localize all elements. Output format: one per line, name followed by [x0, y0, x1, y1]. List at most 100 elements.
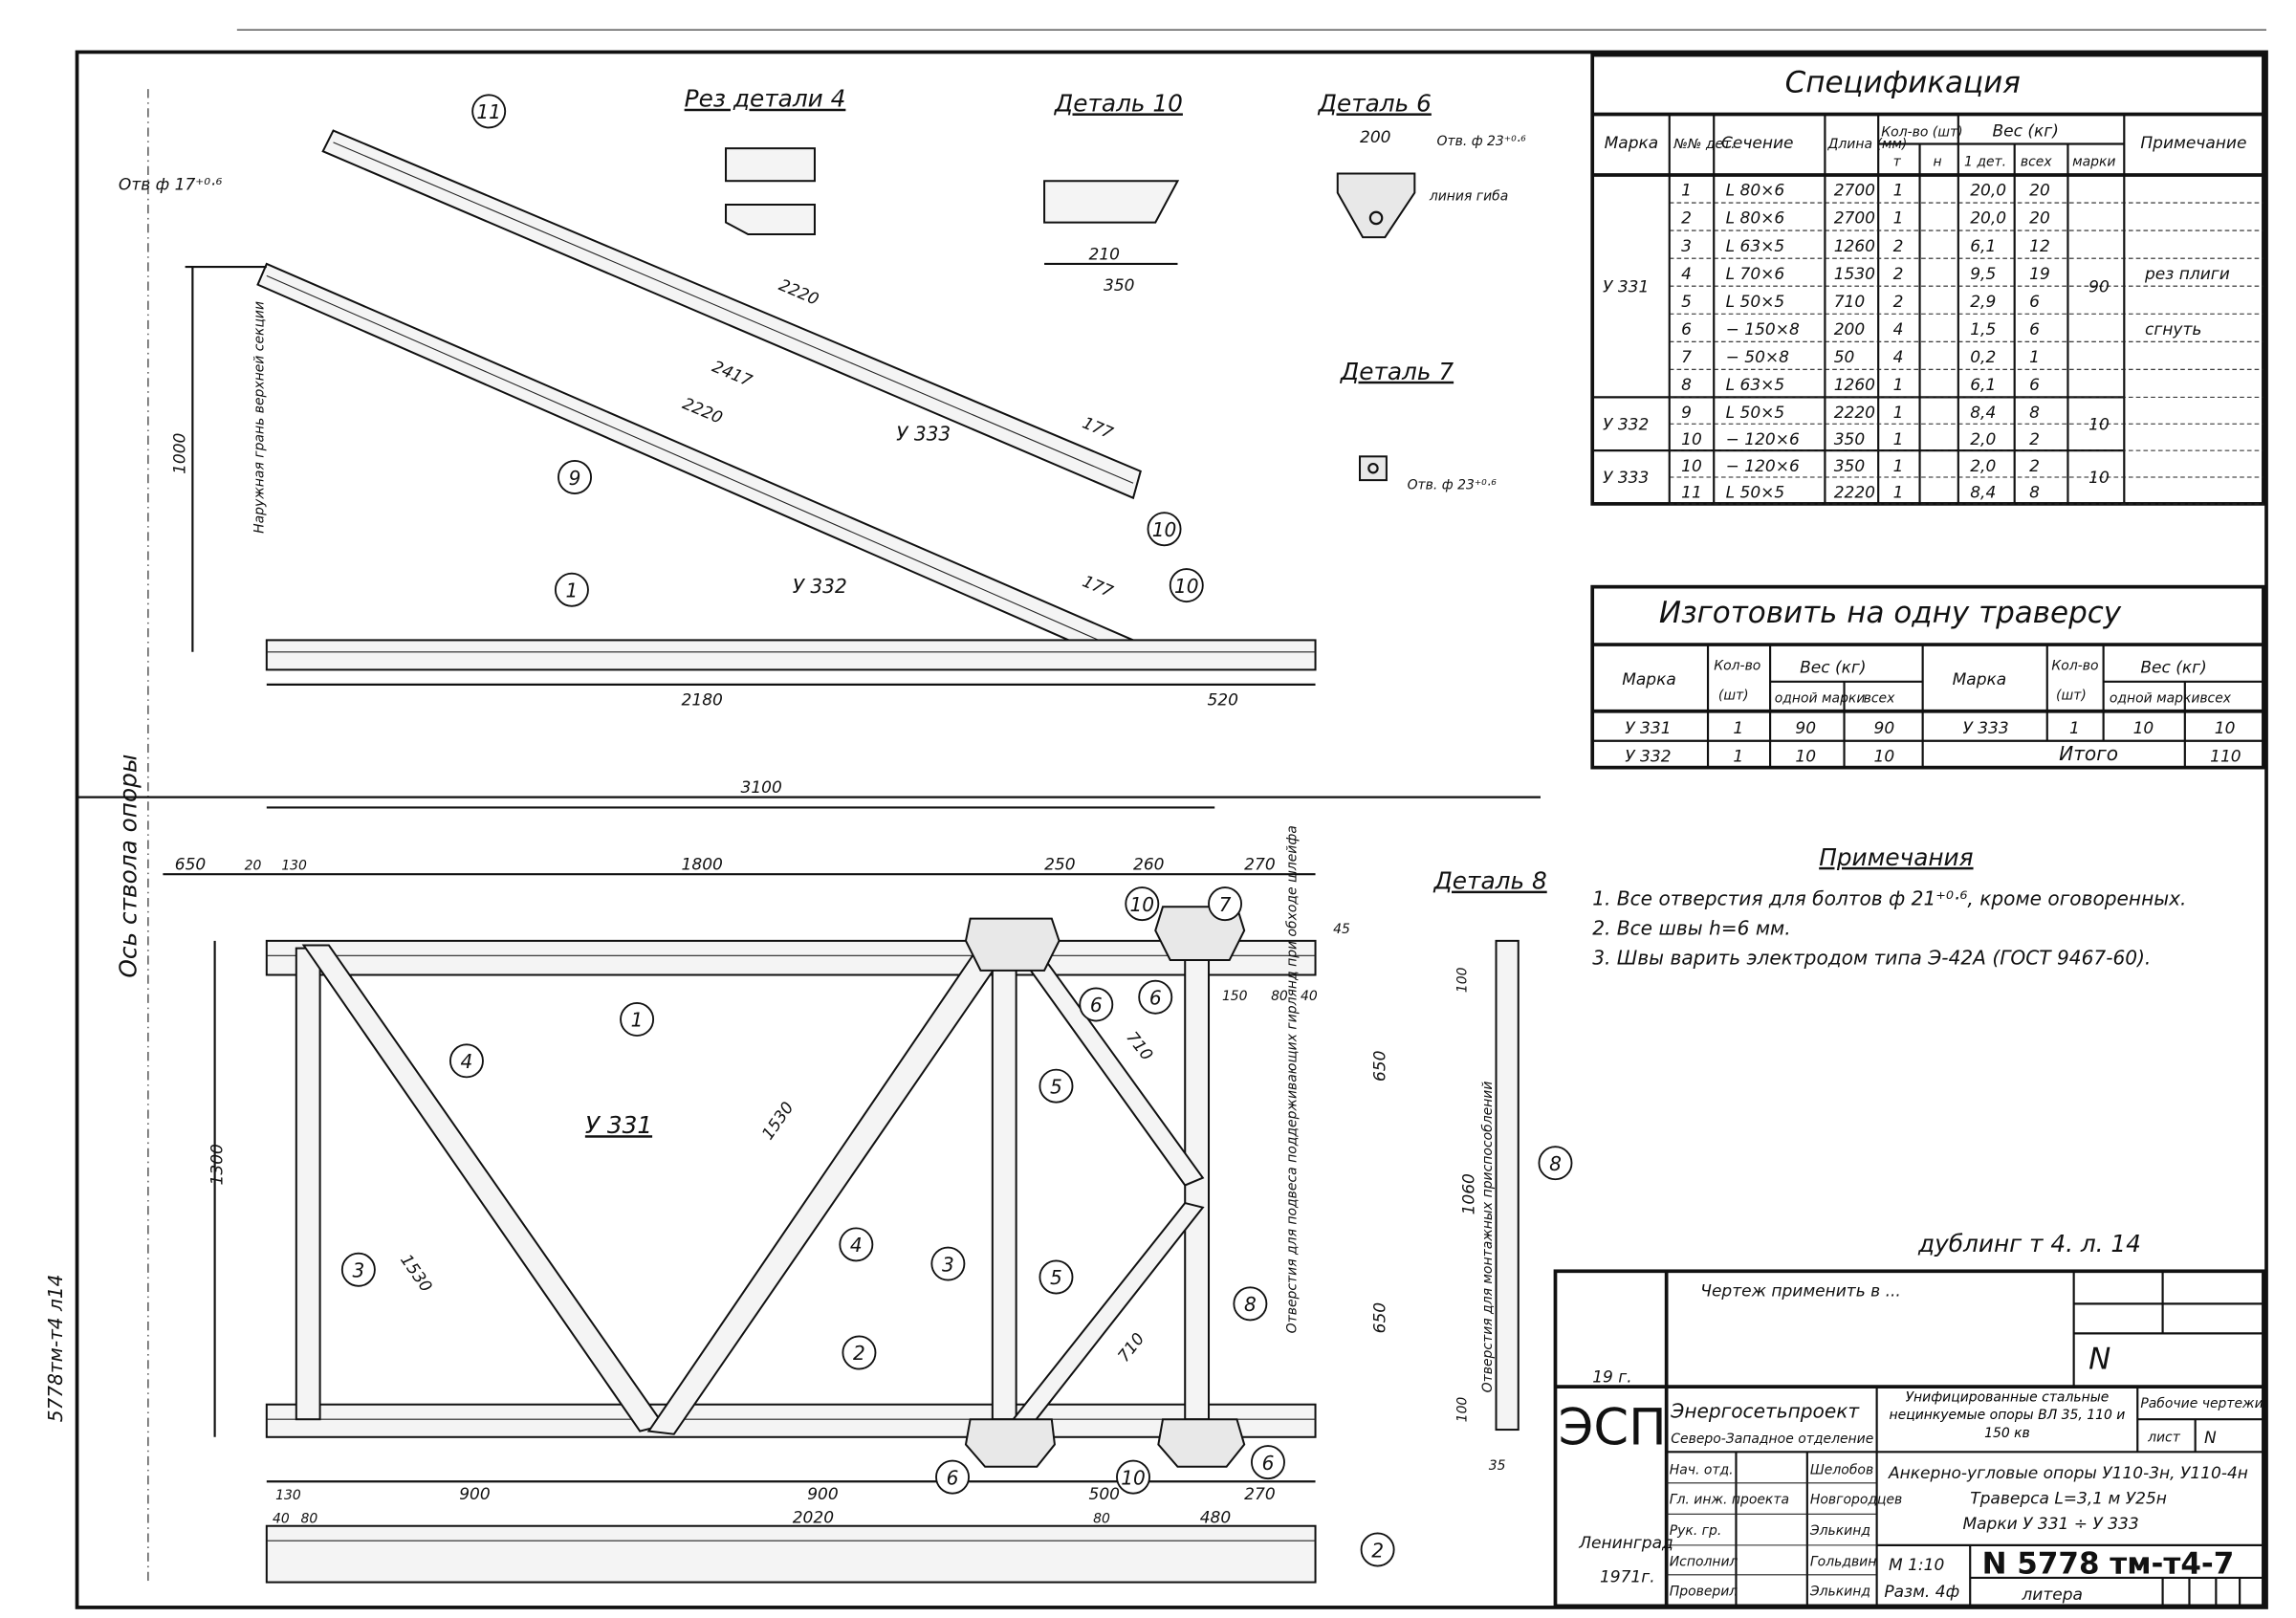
svg-text:650: 650 — [1370, 1051, 1389, 1082]
svg-text:линия гиба: линия гиба — [1429, 188, 1508, 204]
spec-cell-wall: 6 — [2029, 293, 2040, 312]
svg-text:Деталь 7: Деталь 7 — [1340, 358, 1454, 385]
svg-text:1: 1 — [1733, 719, 1743, 738]
svg-text:Примечание: Примечание — [2140, 134, 2246, 153]
spec-cell-no: 10 — [1681, 430, 1702, 449]
svg-text:Новгородцев: Новгородцев — [1810, 1492, 1902, 1507]
part-number: 4 — [850, 1234, 863, 1257]
svg-text:Отверстия для подвеса поддержи: Отверстия для подвеса поддерживающих гир… — [1284, 825, 1300, 1333]
spec-cell-wall: 8 — [2029, 484, 2040, 503]
spec-cell-no: 6 — [1681, 320, 1692, 339]
part-number: 2 — [1371, 1539, 1384, 1562]
svg-text:Деталь 8: Деталь 8 — [1432, 867, 1546, 895]
part-number: 6 — [947, 1466, 959, 1489]
part-number: 9 — [569, 467, 581, 490]
svg-text:1530: 1530 — [396, 1251, 435, 1296]
svg-text:520: 520 — [1207, 691, 1237, 711]
svg-text:1971г.: 1971г. — [1600, 1568, 1655, 1587]
make-table: Изготовить на одну траверсу Марка Кол-во… — [1590, 584, 2265, 770]
svg-text:10: 10 — [2215, 719, 2236, 738]
svg-text:650: 650 — [175, 856, 206, 875]
spec-mark-weight: 10 — [2088, 469, 2110, 488]
svg-text:130: 130 — [281, 859, 307, 874]
spec-cell-wall: 20 — [2029, 182, 2050, 201]
svg-text:250: 250 — [1044, 856, 1075, 875]
axis-label: Ось ствола опоры — [115, 754, 142, 978]
svg-text:20: 20 — [245, 859, 262, 874]
svg-text:177: 177 — [1080, 414, 1116, 444]
svg-text:всех: всех — [2199, 690, 2231, 706]
svg-text:Разм. 4ф: Разм. 4ф — [1884, 1583, 1959, 1602]
spec-cell-section: L 80×6 — [1726, 182, 1785, 201]
spec-cell-note: сгнуть — [2145, 320, 2201, 339]
spec-cell-no: 3 — [1681, 237, 1692, 256]
svg-text:марки: марки — [2072, 155, 2115, 170]
svg-text:н: н — [1933, 155, 1941, 170]
svg-text:Кол-во: Кол-во — [2051, 658, 2098, 673]
spec-cell-wall: 19 — [2029, 265, 2050, 284]
part-number: 1 — [631, 1009, 644, 1032]
part-number: 8 — [1549, 1152, 1562, 1175]
spec-cell-wall: 2 — [2029, 457, 2040, 476]
part-number: 10 — [1129, 893, 1154, 916]
svg-text:(шт): (шт) — [1718, 688, 1749, 703]
svg-text:3. Швы варить электродом типа: 3. Швы варить электродом типа Э-42А (ГОС… — [1592, 947, 2151, 970]
spec-cell-no: 7 — [1681, 348, 1692, 367]
svg-text:Деталь 10: Деталь 10 — [1054, 89, 1183, 117]
spec-cell-w1: 9,5 — [1970, 265, 1996, 284]
svg-text:200: 200 — [1360, 128, 1390, 147]
part-number: 10 — [1121, 1466, 1146, 1489]
svg-text:У 332: У 332 — [1625, 747, 1671, 766]
spec-cell-wall: 6 — [2029, 376, 2040, 395]
svg-text:1000: 1000 — [171, 433, 190, 474]
spec-cell-qty: 2 — [1893, 293, 1904, 312]
svg-text:Рук. гр.: Рук. гр. — [1670, 1523, 1722, 1539]
svg-text:40: 40 — [273, 1512, 290, 1527]
svg-text:270: 270 — [1244, 856, 1275, 875]
spec-cell-no: 4 — [1681, 265, 1692, 284]
svg-text:260: 260 — [1133, 856, 1164, 875]
svg-text:Кол-во (шт): Кол-во (шт) — [1881, 125, 1962, 141]
svg-text:Наружная грань верхней секции: Наружная грань верхней секции — [252, 301, 268, 534]
svg-text:лист: лист — [2147, 1430, 2181, 1445]
spec-cell-section: L 50×5 — [1726, 404, 1785, 423]
svg-text:Вес (кг): Вес (кг) — [1800, 658, 1866, 677]
part-number: 8 — [1244, 1293, 1257, 1316]
svg-text:Марка: Марка — [1605, 134, 1659, 153]
svg-text:10: 10 — [1795, 747, 1816, 766]
svg-text:1060: 1060 — [1459, 1173, 1478, 1214]
svg-text:N: N — [2088, 1343, 2110, 1377]
spec-cell-section: − 120×6 — [1726, 430, 1800, 449]
svg-text:80: 80 — [1093, 1512, 1110, 1527]
svg-text:У 333: У 333 — [1962, 719, 2008, 738]
svg-text:3100: 3100 — [741, 778, 782, 798]
spec-cell-section: L 50×5 — [1726, 293, 1785, 312]
svg-text:2220: 2220 — [776, 275, 821, 309]
svg-text:одной марки: одной марки — [2110, 690, 2200, 706]
svg-text:90: 90 — [1795, 719, 1816, 738]
svg-text:Энергосетьпроект: Энергосетьпроект — [1670, 1400, 1860, 1423]
spec-cell-qty: 2 — [1893, 237, 1904, 256]
spec-cell-qty: 1 — [1893, 404, 1904, 423]
svg-text:Отверстия для монтажных приспо: Отверстия для монтажных приспособлений — [1480, 1082, 1496, 1393]
spec-cell-section: L 70×6 — [1726, 265, 1785, 284]
svg-text:Отв. ф 23⁺⁰·⁶: Отв. ф 23⁺⁰·⁶ — [1437, 134, 1527, 149]
spec-cell-note: рез плиги — [2144, 265, 2230, 284]
svg-text:Примечания: Примечания — [1819, 843, 1973, 871]
spec-cell-section: − 120×6 — [1726, 457, 1800, 476]
svg-text:1 дет.: 1 дет. — [1964, 155, 2006, 170]
svg-text:2220: 2220 — [680, 394, 726, 427]
svg-text:2417: 2417 — [710, 358, 755, 391]
part-number: 1 — [566, 579, 579, 601]
spec-cell-length: 2700 — [1834, 182, 1875, 201]
spec-cell-section: L 80×6 — [1726, 209, 1785, 229]
spec-cell-w1: 0,2 — [1970, 348, 1996, 367]
svg-text:Кол-во: Кол-во — [1714, 658, 1760, 673]
spec-cell-no: 11 — [1681, 484, 1702, 503]
signature: дублинг т 4. л. 14 — [1917, 1230, 2141, 1257]
part-number: 6 — [1090, 994, 1103, 1017]
spec-cell-section: L 50×5 — [1726, 484, 1785, 503]
title-block: Чертеж применить в ... 19 г. N ЭСП Энерг… — [1553, 1269, 2265, 1608]
svg-text:У 333: У 333 — [896, 422, 951, 445]
svg-text:Спецификация: Спецификация — [1785, 65, 2021, 99]
